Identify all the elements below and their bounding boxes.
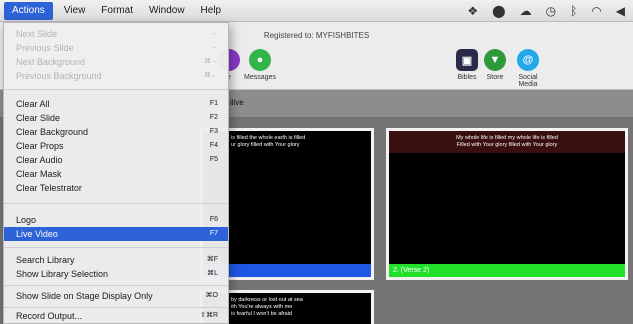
menu-window[interactable]: Window — [141, 0, 193, 22]
menu-format[interactable]: Format — [93, 0, 141, 22]
menu-item-show-library-selection[interactable]: Show Library Selection ⌘L — [4, 267, 228, 281]
actions-menu: Next Slide → Previous Slide ← Next Backgro… — [3, 22, 229, 324]
store-tool[interactable]: ▼ Store — [484, 49, 506, 81]
menu-item-clear-slide[interactable]: Clear Slide F2 — [4, 111, 228, 125]
menu-item-clear-background[interactable]: Clear Background F3 — [4, 125, 228, 139]
menu-item-live-video[interactable]: Live Video F7 — [4, 227, 228, 241]
social-media-icon: @ — [517, 49, 539, 71]
slide-2-text: My whole life is filled my whole life is… — [389, 131, 625, 153]
menu-bar: Actions View Format Window Help ❖ ⬤ ☁ ◷ … — [0, 0, 633, 22]
bible-icon: ▣ — [456, 49, 478, 71]
menu-separator — [4, 203, 228, 204]
menu-item-clear-telestrator[interactable]: Clear Telestrator — [4, 181, 228, 195]
slide-2-label: 2. (Verse 2) — [389, 264, 625, 277]
volume-icon[interactable]: ◀ — [616, 4, 625, 18]
wifi-icon[interactable]: ◠ — [591, 4, 601, 18]
social-media-label: Social Media — [518, 74, 538, 88]
status-tray: ❖ ⬤ ☁ ◷ ᛒ ◠ ◀ — [467, 0, 625, 22]
menu-item-clear-mask[interactable]: Clear Mask — [4, 167, 228, 181]
bluetooth-icon[interactable]: ᛒ — [570, 4, 577, 18]
menu-item-previous-background[interactable]: Previous Background ⌘← — [4, 69, 228, 83]
store-label: Store — [486, 74, 504, 81]
menu-item-logo[interactable]: Logo F6 — [4, 213, 228, 227]
menu-item-next-slide[interactable]: Next Slide → — [4, 27, 228, 41]
messages-icon: ● — [248, 49, 271, 71]
menu-separator — [4, 285, 228, 286]
menu-item-stage-display-only[interactable]: Show Slide on Stage Display Only ⌘O — [4, 289, 228, 303]
bibles-label: Bibles — [457, 74, 477, 81]
menu-separator — [4, 307, 228, 308]
dropbox-icon[interactable]: ❖ — [467, 4, 478, 18]
store-icon: ▼ — [484, 49, 506, 71]
menu-item-search-library[interactable]: Search Library ⌘F — [4, 253, 228, 267]
menu-separator — [4, 247, 228, 248]
menu-help[interactable]: Help — [193, 0, 230, 22]
slide-2[interactable]: My whole life is filled my whole life is… — [386, 128, 628, 280]
messages-tool[interactable]: ● Messages — [244, 49, 276, 81]
location-icon[interactable]: ⬤ — [492, 4, 505, 18]
bibles-tool[interactable]: ▣ Bibles — [456, 49, 478, 81]
menu-actions[interactable]: Actions — [4, 1, 53, 20]
menu-item-previous-slide[interactable]: Previous Slide ← — [4, 41, 228, 55]
menu-item-clear-all[interactable]: Clear All F1 — [4, 97, 228, 111]
menu-separator — [4, 89, 228, 90]
cloud-icon[interactable]: ☁ — [520, 4, 532, 18]
social-media-tool[interactable]: @ Social Media — [508, 49, 548, 88]
clock-icon[interactable]: ◷ — [546, 4, 556, 18]
menu-view[interactable]: View — [56, 0, 94, 22]
menu-item-clear-props[interactable]: Clear Props F4 — [4, 139, 228, 153]
messages-label: Messages — [244, 74, 276, 81]
menu-item-record-output[interactable]: Record Output... ⇧⌘R — [4, 309, 228, 323]
menu-item-next-background[interactable]: Next Background ⌘→ — [4, 55, 228, 69]
menu-item-clear-audio[interactable]: Clear Audio F5 — [4, 153, 228, 167]
presentation-title: ilive — [230, 98, 244, 107]
